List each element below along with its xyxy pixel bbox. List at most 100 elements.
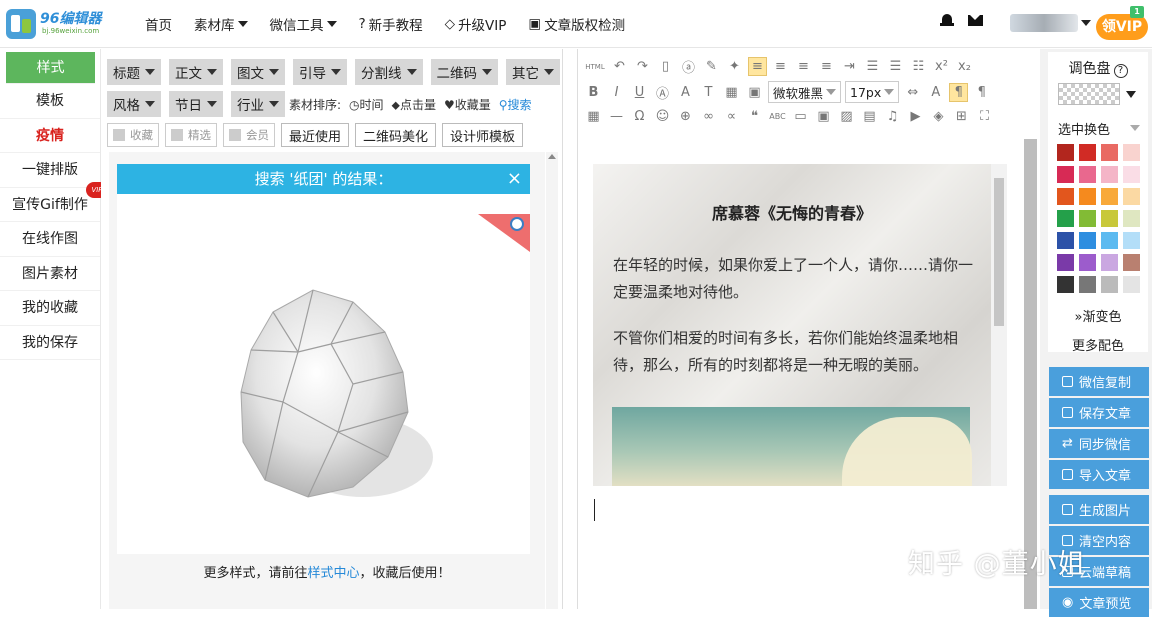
sidebar-item-my-favorites[interactable]: 我的收藏: [0, 291, 100, 326]
color-swatch[interactable]: [1101, 232, 1118, 249]
scroll-up-icon[interactable]: [548, 154, 556, 159]
color-swatch[interactable]: [1123, 144, 1140, 161]
find-replace-icon[interactable]: ⊕: [676, 107, 695, 126]
sidebar-item-gif-maker[interactable]: 宣传Gif制作 VIP: [0, 181, 108, 222]
color-swatch[interactable]: [1079, 232, 1096, 249]
list-icon[interactable]: ☷: [909, 57, 928, 76]
undo-icon[interactable]: ↶: [610, 57, 629, 76]
color-swatch[interactable]: [1079, 210, 1096, 227]
nav-home[interactable]: 首页: [134, 14, 183, 34]
color-swatch[interactable]: [1101, 166, 1118, 183]
select-recolor-label[interactable]: 选中换色: [1058, 119, 1110, 138]
nav-wechat-tools[interactable]: 微信工具: [259, 14, 348, 34]
close-icon[interactable]: ×: [507, 167, 522, 191]
font-border-icon[interactable]: Ⓐ: [653, 83, 672, 102]
font-family-select[interactable]: 微软雅黑: [768, 81, 842, 103]
filter-holiday-dropdown[interactable]: 节日: [169, 91, 223, 117]
color-swatch[interactable]: [1101, 188, 1118, 205]
sort-by-clicks[interactable]: ⬥点击量: [392, 96, 436, 113]
results-scrollbar[interactable]: [546, 152, 558, 609]
filter-style-dropdown[interactable]: 风格: [107, 91, 161, 117]
text-transform-icon[interactable]: A: [926, 83, 945, 102]
color-swatch[interactable]: [1057, 276, 1074, 293]
wechat-copy-button[interactable]: 微信复制: [1049, 367, 1149, 396]
current-color-swatch[interactable]: [1058, 83, 1120, 105]
filter-other-dropdown[interactable]: 其它: [506, 59, 560, 85]
magic-wand-icon[interactable]: ✦: [725, 57, 744, 76]
color-swatch[interactable]: [1123, 210, 1140, 227]
color-swatch[interactable]: [1057, 166, 1074, 183]
image-gallery-icon[interactable]: ▨: [837, 107, 856, 126]
map-icon[interactable]: ◈: [929, 107, 948, 126]
material-card[interactable]: [117, 194, 530, 554]
help-icon[interactable]: ?: [1113, 64, 1128, 78]
recent-used-button[interactable]: 最近使用: [281, 123, 350, 147]
filter-title-dropdown[interactable]: 标题: [107, 59, 161, 85]
save-article-button[interactable]: 保存文章: [1049, 398, 1149, 427]
preview-article-button[interactable]: ◉ 文章预览: [1049, 588, 1149, 617]
align-center-icon[interactable]: ≡: [771, 57, 790, 76]
more-colors-link[interactable]: 更多配色: [1048, 335, 1148, 354]
sort-by-favorites[interactable]: ♥收藏量: [444, 96, 491, 113]
color-swatch[interactable]: [1123, 232, 1140, 249]
clear-doc-icon[interactable]: ▭: [791, 107, 810, 126]
image-template-icon[interactable]: ▤: [860, 107, 879, 126]
color-swatch[interactable]: [1057, 232, 1074, 249]
filter-body-dropdown[interactable]: 正文: [169, 59, 223, 85]
html-source-button[interactable]: HTML: [584, 57, 606, 76]
filter-image-text-dropdown[interactable]: 图文: [231, 59, 285, 85]
search-link[interactable]: ⚲搜索: [499, 96, 532, 113]
site-logo[interactable]: 96编辑器 bj.96weixin.com: [6, 7, 106, 41]
horizontal-rule-icon[interactable]: —: [607, 107, 626, 126]
color-swatch[interactable]: [1101, 254, 1118, 271]
fullscreen-icon[interactable]: ⛶: [975, 107, 994, 126]
image-icon[interactable]: ▣: [745, 83, 764, 102]
sidebar-item-my-saved[interactable]: 我的保存: [0, 326, 100, 360]
color-swatch[interactable]: [1057, 210, 1074, 227]
style-center-link[interactable]: 样式中心: [307, 566, 359, 581]
music-icon[interactable]: ♫: [883, 107, 902, 126]
emoji-icon[interactable]: ☺: [653, 107, 672, 126]
sidebar-item-one-click-layout[interactable]: 一键排版: [0, 153, 100, 188]
background-color-icon[interactable]: ▦: [722, 83, 741, 102]
paragraph-spacing-icon[interactable]: ☰: [886, 57, 905, 76]
color-swatch[interactable]: [1079, 188, 1096, 205]
color-swatch[interactable]: [1101, 210, 1118, 227]
color-swatch[interactable]: [1057, 254, 1074, 271]
italic-icon[interactable]: I: [607, 83, 626, 102]
color-swatch[interactable]: [1123, 254, 1140, 271]
generate-image-button[interactable]: 生成图片: [1049, 495, 1149, 524]
user-avatar[interactable]: [1010, 14, 1078, 32]
color-swatch[interactable]: [1123, 166, 1140, 183]
filter-guide-dropdown[interactable]: 引导: [293, 59, 347, 85]
get-vip-button[interactable]: 领VIP 1: [1096, 6, 1148, 40]
subscript-icon[interactable]: x₂: [955, 57, 974, 76]
unlink-icon[interactable]: ∝: [722, 107, 741, 126]
nav-tutorial[interactable]: ? 新手教程: [348, 14, 434, 34]
blockquote-icon[interactable]: ❝: [745, 107, 764, 126]
align-justify-icon[interactable]: ≡: [817, 57, 836, 76]
sidebar-item-epidemic[interactable]: 疫情: [0, 119, 100, 153]
sidebar-item-templates[interactable]: 模板: [0, 84, 100, 119]
sidebar-item-styles[interactable]: 样式: [6, 52, 95, 84]
checkbox-featured[interactable]: 精选: [165, 123, 217, 147]
align-left-icon[interactable]: ≡: [748, 57, 767, 76]
color-swatch[interactable]: [1101, 144, 1118, 161]
bold-icon[interactable]: B: [584, 83, 603, 102]
nav-upgrade-vip[interactable]: ◇ 升级VIP: [434, 14, 518, 34]
nav-copyright-check[interactable]: ▣ 文章版权检测: [517, 14, 636, 34]
font-style-icon[interactable]: T: [699, 83, 718, 102]
color-swatch[interactable]: [1079, 254, 1096, 271]
line-height-icon[interactable]: ☰: [863, 57, 882, 76]
filter-divider-dropdown[interactable]: 分割线: [355, 59, 423, 85]
indent-icon[interactable]: ⇥: [840, 57, 859, 76]
checkbox-favorites[interactable]: 收藏: [107, 123, 159, 147]
rtl-icon[interactable]: ¶: [972, 83, 991, 102]
gradient-toggle[interactable]: »渐变色: [1048, 306, 1148, 325]
checkbox-member[interactable]: 会员: [223, 123, 275, 147]
designer-templates-button[interactable]: 设计师模板: [442, 123, 524, 147]
table-icon[interactable]: ▦: [584, 107, 603, 126]
new-document-icon[interactable]: ▯: [656, 57, 675, 76]
color-swatch[interactable]: [1057, 144, 1074, 161]
mail-icon[interactable]: [968, 15, 983, 26]
